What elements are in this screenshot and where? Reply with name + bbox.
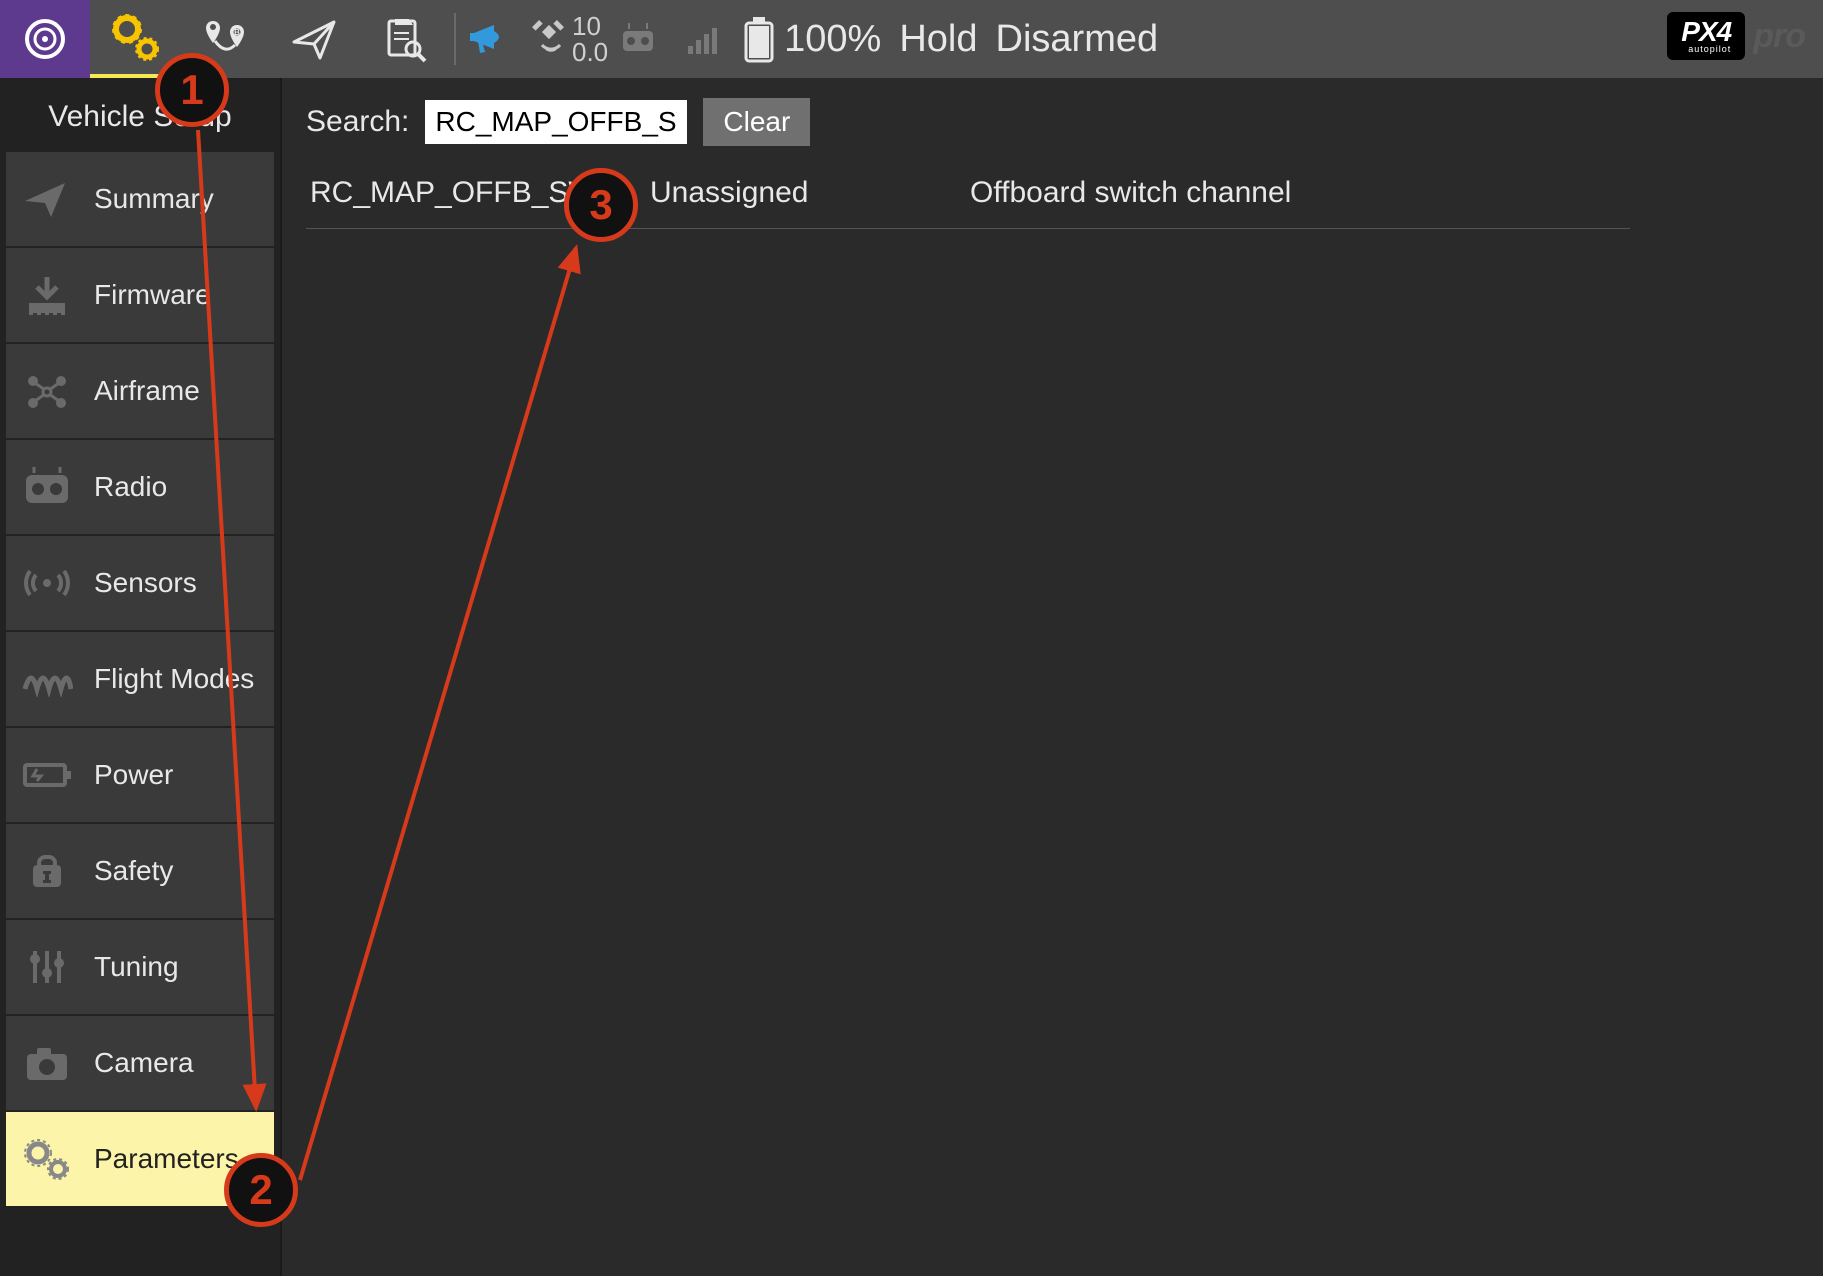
sidebar-item-label: Camera	[94, 1047, 194, 1079]
airframe-icon	[18, 369, 76, 413]
power-icon	[18, 759, 76, 791]
rc-icon	[619, 21, 667, 57]
rc-status[interactable]	[608, 0, 678, 78]
sidebar-item-power[interactable]: Power	[6, 728, 274, 822]
battery-percent: 100%	[784, 18, 881, 61]
top-toolbar: B	[0, 0, 1823, 78]
param-value: Unassigned	[650, 176, 970, 210]
analyze-icon	[381, 15, 429, 63]
sidebar: Vehicle Setup Summary Firmware Airframe …	[0, 78, 280, 1276]
sidebar-item-summary[interactable]: Summary	[6, 152, 274, 246]
analyze-button[interactable]	[360, 0, 450, 78]
firmware-icon	[18, 273, 76, 317]
camera-icon	[18, 1044, 76, 1082]
signal-bars-icon	[686, 22, 724, 56]
param-desc: Offboard switch channel	[970, 176, 1291, 210]
sidebar-item-label: Power	[94, 759, 173, 791]
brand-logo: PX4 autopilot pro	[1667, 12, 1805, 60]
sidebar-title: Vehicle Setup	[0, 86, 280, 152]
gps-count: 10	[572, 13, 608, 39]
sidebar-item-label: Summary	[94, 183, 214, 215]
battery-status[interactable]: 100%	[742, 15, 881, 63]
sidebar-item-camera[interactable]: Camera	[6, 1016, 274, 1110]
sidebar-item-label: Safety	[94, 855, 173, 887]
brand-sub: autopilot	[1681, 44, 1731, 54]
messages-button[interactable]	[460, 0, 520, 78]
gps-hdop: 0.0	[572, 39, 608, 65]
sidebar-item-label: Airframe	[94, 375, 200, 407]
paper-plane-icon	[290, 14, 340, 64]
fly-button[interactable]	[270, 0, 360, 78]
clear-button[interactable]: Clear	[703, 98, 810, 146]
sidebar-item-label: Parameters	[94, 1143, 239, 1175]
gps-status[interactable]: 10 0.0	[526, 13, 608, 65]
search-label: Search:	[306, 105, 409, 139]
radio-icon	[18, 467, 76, 507]
brand-pro: pro	[1753, 17, 1805, 56]
sidebar-item-radio[interactable]: Radio	[6, 440, 274, 534]
sidebar-item-safety[interactable]: Safety	[6, 824, 274, 918]
battery-icon	[742, 15, 776, 63]
parameter-row[interactable]: RC_MAP_OFFB_SW Unassigned Offboard switc…	[306, 166, 1630, 229]
sidebar-item-airframe[interactable]: Airframe	[6, 344, 274, 438]
satellite-icon	[526, 17, 570, 61]
qgc-logo-icon	[22, 16, 68, 62]
safety-icon	[18, 851, 76, 891]
sidebar-item-flight-modes[interactable]: Flight Modes	[6, 632, 274, 726]
sidebar-item-label: Radio	[94, 471, 167, 503]
sidebar-item-label: Sensors	[94, 567, 197, 599]
summary-icon	[18, 179, 76, 219]
megaphone-icon	[468, 17, 512, 61]
sidebar-item-sensors[interactable]: Sensors	[6, 536, 274, 630]
armed-state[interactable]: Disarmed	[996, 18, 1159, 61]
annotation-marker-1: 1	[155, 53, 229, 127]
sidebar-item-label: Firmware	[94, 279, 211, 311]
annotation-marker-3: 3	[564, 168, 638, 242]
tuning-icon	[18, 945, 76, 989]
brand-main: PX4	[1681, 16, 1731, 47]
telemetry-status[interactable]	[678, 0, 732, 78]
annotation-marker-2: 2	[224, 1153, 298, 1227]
flight-modes-icon	[18, 661, 76, 697]
sidebar-item-label: Flight Modes	[94, 663, 254, 695]
svg-text:B: B	[234, 28, 240, 37]
search-row: Search: Clear	[306, 98, 1799, 146]
sidebar-item-label: Tuning	[94, 951, 179, 983]
app-logo-button[interactable]	[0, 0, 90, 78]
search-input[interactable]	[425, 100, 687, 144]
sensors-icon	[18, 563, 76, 603]
main-panel: Search: Clear RC_MAP_OFFB_SW Unassigned …	[280, 78, 1823, 1276]
sidebar-item-tuning[interactable]: Tuning	[6, 920, 274, 1014]
toolbar-separator	[454, 13, 456, 65]
sidebar-item-firmware[interactable]: Firmware	[6, 248, 274, 342]
gears-icon	[109, 11, 161, 63]
parameters-icon	[18, 1137, 76, 1181]
flight-mode[interactable]: Hold	[899, 18, 977, 61]
